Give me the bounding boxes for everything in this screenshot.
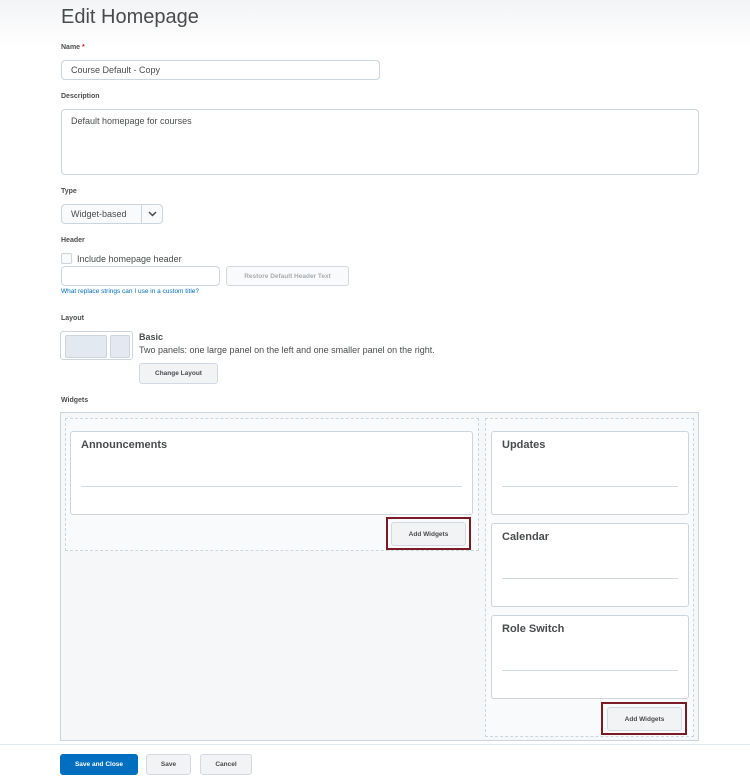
widget-role-switch[interactable]: Role Switch: [491, 615, 689, 699]
type-label: Type: [61, 188, 77, 195]
include-header-checkbox[interactable]: [61, 253, 72, 264]
widget-title: Announcements: [81, 439, 168, 451]
page-title: Edit Homepage: [61, 6, 199, 28]
name-input[interactable]: Course Default - Copy: [61, 60, 380, 80]
add-widgets-highlight: [386, 517, 471, 550]
widget-title: Calendar: [502, 531, 550, 543]
layout-thumbnail-small-panel: [110, 335, 130, 358]
change-layout-button[interactable]: Change Layout: [139, 363, 218, 384]
cancel-button[interactable]: Cancel: [200, 754, 252, 775]
widget-divider: [81, 486, 462, 487]
layout-label: Layout: [61, 315, 84, 322]
description-label: Description: [61, 93, 100, 100]
restore-header-button[interactable]: Restore Default Header Text: [226, 266, 349, 286]
replace-strings-help-link[interactable]: What replace strings can I use in a cust…: [61, 288, 199, 295]
layout-thumbnail: [60, 331, 133, 360]
widget-divider: [502, 578, 678, 579]
description-textarea[interactable]: Default homepage for courses: [61, 109, 699, 175]
save-button[interactable]: Save: [146, 754, 191, 775]
widget-announcements[interactable]: Announcements: [70, 431, 473, 515]
required-mark: *: [82, 44, 85, 51]
widget-updates[interactable]: Updates: [491, 431, 689, 515]
include-header-label: Include homepage header: [77, 254, 182, 264]
layout-description: Two panels: one large panel on the left …: [139, 345, 435, 355]
description-value: Default homepage for courses: [71, 116, 192, 126]
widgets-label: Widgets: [61, 397, 89, 404]
type-select-value: Widget-based: [71, 209, 127, 219]
widget-title: Updates: [502, 439, 546, 451]
header-label: Header: [61, 237, 85, 244]
add-widgets-highlight: [601, 702, 687, 735]
layout-name: Basic: [139, 332, 164, 342]
widget-divider: [502, 486, 678, 487]
name-label-text: Name: [61, 44, 81, 51]
header-text-input[interactable]: [61, 266, 220, 286]
type-select[interactable]: Widget-based: [61, 204, 163, 224]
name-input-value: Course Default - Copy: [71, 65, 161, 75]
chevron-down-icon: [141, 205, 162, 223]
save-and-close-button[interactable]: Save and Close: [60, 754, 138, 775]
layout-thumbnail-large-panel: [65, 335, 107, 358]
widget-calendar[interactable]: Calendar: [491, 523, 689, 607]
widget-divider: [502, 670, 678, 671]
name-label: Name *: [61, 44, 85, 51]
widget-title: Role Switch: [502, 623, 565, 635]
